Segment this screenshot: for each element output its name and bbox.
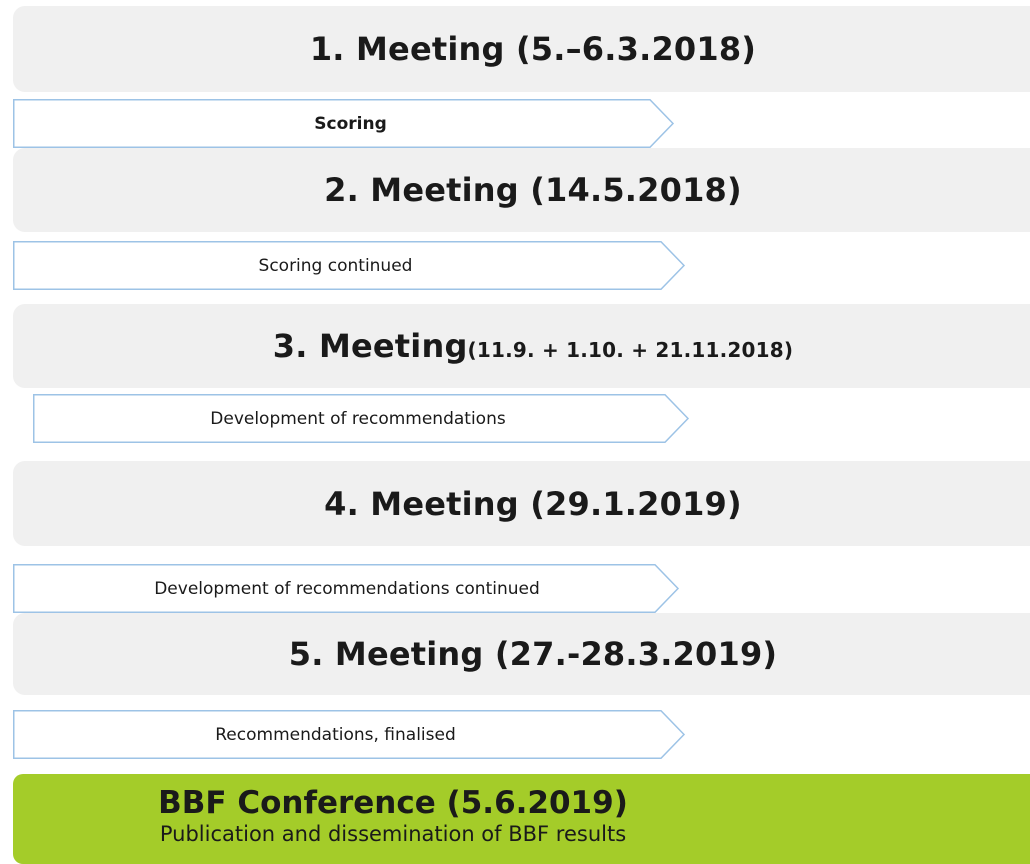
step-label: Scoring bbox=[314, 113, 387, 134]
meeting-title: 5. Meeting (27.-28.3.2019) bbox=[288, 635, 778, 673]
step-arrow-3: Development of recommendations bbox=[33, 394, 693, 443]
meeting-box-3: 3. Meeting(11.9. + 1.10. + 21.11.2018) bbox=[13, 304, 1030, 388]
step-label: Scoring continued bbox=[258, 255, 413, 276]
step-arrow-5: Recommendations, finalised bbox=[13, 710, 688, 759]
step-arrow-1: Scoring bbox=[13, 99, 678, 148]
meeting-box-1: 1. Meeting (5.–6.3.2018) bbox=[13, 6, 1030, 92]
conference-description: Publication and dissemination of BBF res… bbox=[159, 822, 627, 846]
meeting-box-2: 2. Meeting (14.5.2018) bbox=[13, 148, 1030, 232]
meeting-title: 2. Meeting (14.5.2018) bbox=[324, 171, 742, 209]
step-arrow-4: Development of recommendations continued bbox=[13, 564, 683, 613]
step-label: Recommendations, finalised bbox=[215, 724, 456, 745]
conference-box: BBF Conference (5.6.2019) Publication an… bbox=[13, 774, 1030, 864]
step-arrow-2: Scoring continued bbox=[13, 241, 688, 290]
conference-title: BBF Conference (5.6.2019) bbox=[158, 785, 628, 821]
meeting-dates: (11.9. + 1.10. + 21.11.2018) bbox=[467, 338, 794, 362]
meeting-box-5: 5. Meeting (27.-28.3.2019) bbox=[13, 613, 1030, 695]
step-label: Development of recommendations bbox=[210, 408, 506, 429]
meeting-title: 4. Meeting (29.1.2019) bbox=[324, 484, 742, 523]
meeting-box-4: 4. Meeting (29.1.2019) bbox=[13, 461, 1030, 546]
meeting-title: 3. Meeting bbox=[272, 327, 468, 365]
meeting-title: 1. Meeting (5.–6.3.2018) bbox=[309, 30, 757, 68]
step-label: Development of recommendations continued bbox=[154, 578, 540, 599]
